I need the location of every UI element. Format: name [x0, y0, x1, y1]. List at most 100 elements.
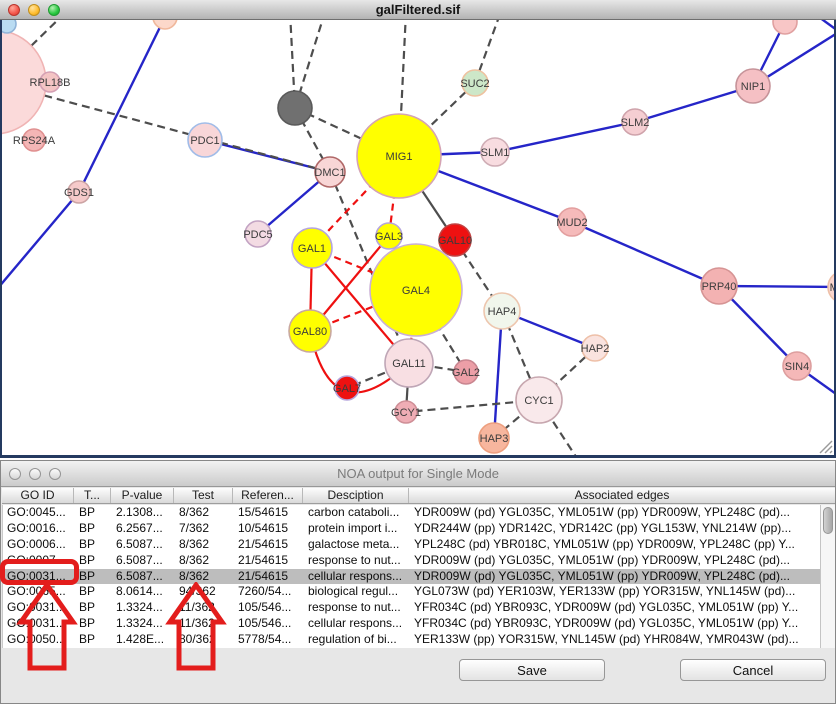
table-row-7[interactable]: GO:0031...BP1.3324...11/362105/546...cel…	[3, 616, 820, 632]
cell-go_id: GO:0006...	[3, 537, 75, 553]
node-topcenter[interactable]	[153, 20, 177, 29]
node-label-HAP4: HAP4	[488, 306, 517, 318]
cell-type: BP	[75, 632, 112, 648]
node-label-SLM1: SLM1	[481, 147, 510, 159]
edge-topcenter-GDS1[interactable]	[79, 20, 165, 192]
zoom-button[interactable]	[48, 4, 60, 16]
edge-SLM1-SLM2[interactable]	[495, 122, 635, 152]
cell-type: BP	[75, 616, 112, 632]
cell-reference: 105/546...	[234, 616, 304, 632]
cell-description: response to nut...	[304, 600, 410, 616]
cell-description: regulation of bi...	[304, 632, 410, 648]
cell-test: 8/362	[175, 505, 234, 521]
node-label-GAL4: GAL4	[402, 285, 430, 297]
cell-type: BP	[75, 584, 112, 600]
column-header-go_id[interactable]: GO ID	[2, 488, 74, 503]
edge-GDS1-vBL[interactable]	[0, 192, 79, 288]
cell-reference: 5778/54...	[234, 632, 304, 648]
resize-grip[interactable]	[817, 438, 833, 454]
cell-test: 7/362	[175, 521, 234, 537]
scrollbar-thumb[interactable]	[823, 507, 833, 534]
cell-edges: YDR009W (pd) YGL035C, YML051W (pp) YDR00…	[410, 553, 820, 569]
node-topright[interactable]	[773, 20, 797, 34]
zoom-button[interactable]	[49, 468, 61, 480]
annotation-arrow-test	[163, 582, 229, 679]
network-canvas[interactable]: RPL18BRPS24AGDS1PDC1MIG1DMC1SUC2SLM1SLM2…	[0, 20, 836, 458]
table-row-4[interactable]: GO:0031...BP6.5087...8/36221/54615cellul…	[3, 569, 820, 585]
annotation-arrow-goid	[14, 582, 80, 679]
table-row-3[interactable]: GO:0007...BP6.5087...8/36221/54615respon…	[3, 553, 820, 569]
cell-edges: YFR034C (pd) YBR093C, YDR009W (pd) YGL03…	[410, 616, 820, 632]
table-header: GO IDT...P-valueTestReferen...Desciption…	[2, 488, 835, 504]
cell-p_value: 6.2567...	[112, 521, 175, 537]
cell-edges: YDR244W (pp) YDR142C, YDR142C (pp) YGL15…	[410, 521, 820, 537]
cell-reference: 15/54615	[234, 505, 304, 521]
table-body: GO:0045...BP2.1308...8/36215/54615carbon…	[2, 505, 820, 648]
table-row-0[interactable]: GO:0045...BP2.1308...8/36215/54615carbon…	[3, 505, 820, 521]
edge-MUD2-PRP40[interactable]	[572, 222, 719, 286]
node-gray1[interactable]	[278, 91, 312, 125]
table-row-6[interactable]: GO:0031...BP1.3324...11/362105/546...res…	[3, 600, 820, 616]
cancel-button[interactable]: Cancel	[680, 659, 826, 681]
column-header-edges[interactable]: Associated edges	[409, 488, 835, 503]
traffic-lights	[8, 4, 60, 16]
column-header-reference[interactable]: Referen...	[233, 488, 303, 503]
close-button[interactable]	[9, 468, 21, 480]
save-button[interactable]: Save	[459, 659, 605, 681]
cell-description: carbon cataboli...	[304, 505, 410, 521]
edge-SLM2-NIP1[interactable]	[635, 86, 753, 122]
node-label-GAL10: GAL10	[438, 235, 472, 247]
cell-description: galactose meta...	[304, 537, 410, 553]
cell-type: BP	[75, 569, 112, 585]
table-scrollbar[interactable]	[820, 505, 835, 648]
cell-reference: 21/54615	[234, 553, 304, 569]
cell-description: biological regul...	[304, 584, 410, 600]
edge-vCA-vCB[interactable]	[812, 20, 836, 36]
cell-test: 8/362	[175, 553, 234, 569]
network-window-titlebar[interactable]: galFiltered.sif	[0, 0, 836, 20]
minimize-button[interactable]	[29, 468, 41, 480]
node-label-MSL1: MSL1	[830, 282, 836, 294]
node-label-PDC5: PDC5	[243, 229, 272, 241]
node-label-NIP1: NIP1	[741, 81, 765, 93]
cell-p_value: 6.5087...	[112, 537, 175, 553]
cell-test: 8/362	[175, 537, 234, 553]
table-row-2[interactable]: GO:0006...BP6.5087...8/36221/54615galact…	[3, 537, 820, 553]
column-header-test[interactable]: Test	[174, 488, 233, 503]
cell-type: BP	[75, 505, 112, 521]
column-header-type[interactable]: T...	[74, 488, 111, 503]
cell-type: BP	[75, 553, 112, 569]
node-label-SUC2: SUC2	[460, 78, 489, 90]
cell-edges: YER133W (pp) YOR315W, YNL145W (pd) YHR08…	[410, 632, 820, 648]
node-tinyblue[interactable]	[0, 20, 16, 33]
traffic-lights-inactive	[9, 468, 61, 480]
cell-reference: 105/546...	[234, 600, 304, 616]
column-header-p_value[interactable]: P-value	[111, 488, 174, 503]
cell-reference: 21/54615	[234, 569, 304, 585]
node-label-GDS1: GDS1	[64, 187, 94, 199]
cell-reference: 21/54615	[234, 537, 304, 553]
minimize-button[interactable]	[28, 4, 40, 16]
node-label-SLM2: SLM2	[621, 117, 650, 129]
node-label-GCY1: GCY1	[391, 407, 421, 419]
cell-go_id: GO:0016...	[3, 521, 75, 537]
table-row-8[interactable]: GO:0050...BP1.428E...80/3625778/54...reg…	[3, 632, 820, 648]
node-label-MUD2: MUD2	[556, 217, 587, 229]
node-label-MIG1: MIG1	[386, 151, 413, 163]
cell-p_value: 2.1308...	[112, 505, 175, 521]
cell-type: BP	[75, 537, 112, 553]
cell-reference: 10/54615	[234, 521, 304, 537]
node-label-HAP2: HAP2	[581, 343, 610, 355]
close-button[interactable]	[8, 4, 20, 16]
cell-type: BP	[75, 521, 112, 537]
network-graph[interactable]: RPL18BRPS24AGDS1PDC1MIG1DMC1SUC2SLM1SLM2…	[0, 20, 836, 458]
noa-window-titlebar[interactable]: NOA output for Single Mode	[1, 461, 835, 487]
node-label-PDC1: PDC1	[190, 135, 219, 147]
table-row-5[interactable]: GO:0065...BP8.0614...94/3627260/54...bio…	[3, 584, 820, 600]
cell-edges: YPL248C (pd) YBR018C, YML051W (pp) YDR00…	[410, 537, 820, 553]
table-row-1[interactable]: GO:0016...BP6.2567...7/36210/54615protei…	[3, 521, 820, 537]
node-label-HAP3: HAP3	[480, 433, 509, 445]
cell-edges: YGL073W (pd) YER103W, YER133W (pp) YOR31…	[410, 584, 820, 600]
edge-HAP4-HAP3[interactable]	[494, 311, 502, 438]
column-header-description[interactable]: Desciption	[303, 488, 409, 503]
